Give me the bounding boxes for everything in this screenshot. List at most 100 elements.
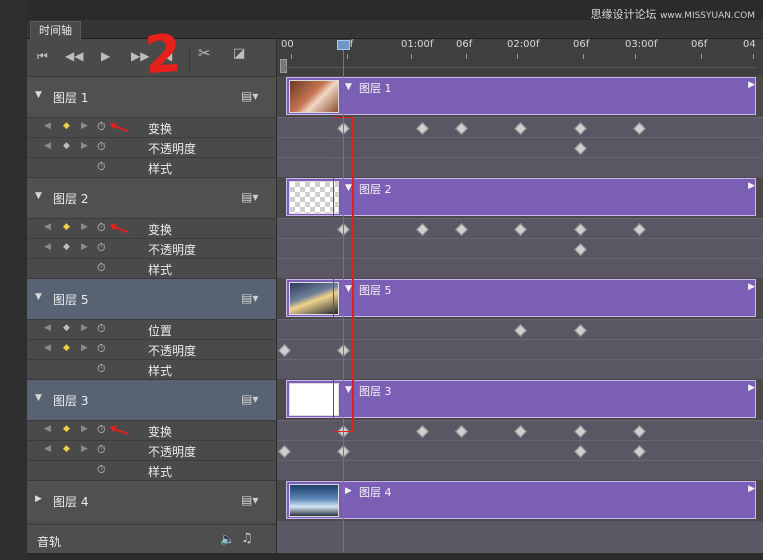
stopwatch-icon[interactable]: ⏱ xyxy=(97,261,106,275)
layer-group-row[interactable]: ▶ 图层 4 ▤▾ xyxy=(27,480,276,522)
work-area-start-handle[interactable] xyxy=(280,59,287,73)
keyframe-marker[interactable] xyxy=(574,425,587,438)
keyframe-marker[interactable] xyxy=(633,223,646,236)
playhead-handle[interactable] xyxy=(337,40,350,50)
property-row[interactable]: ◀ ◆ ▶ ⏱ 变换 xyxy=(27,117,276,138)
layer-clip[interactable]: ▶ 图层 4 ▶ xyxy=(286,481,756,519)
property-row[interactable]: ◀ ◆ ▶ ⏱ 不透明度 xyxy=(27,339,276,360)
next-keyframe-icon[interactable]: ▶ xyxy=(81,424,88,434)
previous-keyframe-icon[interactable]: ◀ xyxy=(44,444,51,454)
stopwatch-icon[interactable]: ⏱ xyxy=(97,160,106,174)
property-row[interactable]: ◀ ◆ ▶ ⏱ 变换 xyxy=(27,420,276,441)
clip-expand-right-icon[interactable]: ▶ xyxy=(345,486,352,496)
clip-end-handle-icon[interactable]: ▶ xyxy=(748,181,755,191)
stopwatch-icon[interactable]: ⏱ xyxy=(97,322,106,336)
keyframe-toggle-icon[interactable]: ◆ xyxy=(63,444,70,454)
clip-end-handle-icon[interactable]: ▶ xyxy=(748,282,755,292)
transition-icon[interactable]: ◪ xyxy=(233,47,245,61)
keyframe-marker[interactable] xyxy=(455,425,468,438)
previous-keyframe-icon[interactable]: ◀ xyxy=(44,121,51,131)
layer-clip[interactable]: ▼ 图层 3 ▶ xyxy=(286,380,756,418)
keyframe-toggle-icon[interactable]: ◆ xyxy=(63,222,70,232)
next-keyframe-icon[interactable]: ▶ xyxy=(81,343,88,353)
stopwatch-icon[interactable]: ⏱ xyxy=(97,342,106,356)
property-row[interactable]: ◀ ◆ ▶ ⏱ 不透明度 xyxy=(27,137,276,158)
expand-down-icon[interactable]: ▼ xyxy=(35,90,42,100)
play-icon[interactable]: ▶ xyxy=(101,49,110,63)
stopwatch-icon[interactable]: ⏱ xyxy=(97,463,106,477)
property-row[interactable]: ◀ ◆ ▶ ⏱ 变换 xyxy=(27,218,276,239)
layer-group-row[interactable]: ▼ 图层 5 ▤▾ xyxy=(27,278,276,320)
expand-right-icon[interactable]: ▶ xyxy=(35,494,42,504)
keyframe-marker[interactable] xyxy=(574,243,587,256)
keyframe-marker[interactable] xyxy=(514,425,527,438)
property-row[interactable]: ◀ ◆ ▶ ⏱ 不透明度 xyxy=(27,238,276,259)
property-row[interactable]: ⏱ 样式 xyxy=(27,460,276,481)
keyframe-marker[interactable] xyxy=(278,445,291,458)
clip-end-handle-icon[interactable]: ▶ xyxy=(748,484,755,494)
keyframe-marker[interactable] xyxy=(514,324,527,337)
keyframe-toggle-icon[interactable]: ◆ xyxy=(63,343,70,353)
previous-keyframe-icon[interactable]: ◀ xyxy=(44,424,51,434)
stopwatch-icon[interactable]: ⏱ xyxy=(97,221,106,235)
property-row[interactable]: ⏱ 样式 xyxy=(27,157,276,178)
keyframe-marker[interactable] xyxy=(574,223,587,236)
keyframe-toggle-icon[interactable]: ◆ xyxy=(63,424,70,434)
scissors-icon[interactable]: ✂ xyxy=(198,46,211,61)
film-strip-menu-icon[interactable]: ▤▾ xyxy=(241,392,258,406)
expand-down-icon[interactable]: ▼ xyxy=(35,292,42,302)
next-keyframe-icon[interactable]: ▶ xyxy=(81,242,88,252)
clip-end-handle-icon[interactable]: ▶ xyxy=(748,80,755,90)
keyframe-marker[interactable] xyxy=(633,425,646,438)
film-strip-menu-icon[interactable]: ▤▾ xyxy=(241,291,258,305)
previous-keyframe-icon[interactable]: ◀ xyxy=(44,323,51,333)
keyframe-marker[interactable] xyxy=(416,425,429,438)
keyframe-marker[interactable] xyxy=(574,324,587,337)
stopwatch-icon[interactable]: ⏱ xyxy=(97,241,106,255)
next-keyframe-icon[interactable]: ▶ xyxy=(81,141,88,151)
keyframe-marker[interactable] xyxy=(514,223,527,236)
previous-keyframe-icon[interactable]: ◀ xyxy=(44,242,51,252)
layer-clip[interactable]: ▼ 图层 2 ▶ xyxy=(286,178,756,216)
next-keyframe-icon[interactable]: ▶ xyxy=(81,323,88,333)
property-row[interactable]: ◀ ◆ ▶ ⏱ 位置 xyxy=(27,319,276,340)
stopwatch-icon[interactable]: ⏱ xyxy=(97,443,106,457)
keyframe-marker[interactable] xyxy=(574,122,587,135)
timeline-track-area[interactable]: ▼ 图层 1 ▶ ▼ 图层 2 ▶ ▼ 图层 5 ▶ ▼ 图层 3 ▶ ▶ 图层 4 ▶ xyxy=(276,40,763,553)
keyframe-marker[interactable] xyxy=(633,445,646,458)
previous-keyframe-icon[interactable]: ◀ xyxy=(44,222,51,232)
next-keyframe-icon[interactable]: ▶ xyxy=(81,121,88,131)
keyframe-marker[interactable] xyxy=(416,223,429,236)
previous-keyframe-icon[interactable]: ◀ xyxy=(44,343,51,353)
stopwatch-icon[interactable]: ⏱ xyxy=(97,120,106,134)
film-strip-menu-icon[interactable]: ▤▾ xyxy=(241,493,258,507)
keyframe-marker[interactable] xyxy=(574,445,587,458)
layer-group-row[interactable]: ▼ 图层 3 ▤▾ xyxy=(27,379,276,421)
property-row[interactable]: ⏱ 样式 xyxy=(27,359,276,380)
film-strip-menu-icon[interactable]: ▤▾ xyxy=(241,89,258,103)
keyframe-marker[interactable] xyxy=(278,344,291,357)
layer-clip[interactable]: ▼ 图层 1 ▶ xyxy=(286,77,756,115)
layer-clip[interactable]: ▼ 图层 5 ▶ xyxy=(286,279,756,317)
keyframe-marker[interactable] xyxy=(633,122,646,135)
keyframe-toggle-icon[interactable]: ◆ xyxy=(63,242,70,252)
first-frame-icon[interactable]: ⏮ xyxy=(37,49,48,63)
keyframe-marker[interactable] xyxy=(455,122,468,135)
keyframe-toggle-icon[interactable]: ◆ xyxy=(63,141,70,151)
tab-timeline[interactable]: 时间轴 xyxy=(30,21,81,39)
work-area-bar[interactable] xyxy=(285,67,755,68)
previous-keyframe-icon[interactable]: ◀ xyxy=(44,141,51,151)
keyframe-marker[interactable] xyxy=(574,142,587,155)
keyframe-marker[interactable] xyxy=(514,122,527,135)
stopwatch-icon[interactable]: ⏱ xyxy=(97,423,106,437)
expand-down-icon[interactable]: ▼ xyxy=(35,191,42,201)
clip-end-handle-icon[interactable]: ▶ xyxy=(748,383,755,393)
keyframe-marker[interactable] xyxy=(455,223,468,236)
audio-track-row[interactable]: 音轨 🔈 ♫ xyxy=(27,524,276,554)
property-row[interactable]: ⏱ 样式 xyxy=(27,258,276,279)
clip-expand-down-icon[interactable]: ▼ xyxy=(345,82,352,92)
keyframe-marker[interactable] xyxy=(416,122,429,135)
layer-group-row[interactable]: ▼ 图层 1 ▤▾ xyxy=(27,76,276,118)
keyframe-toggle-icon[interactable]: ◆ xyxy=(63,121,70,131)
film-strip-menu-icon[interactable]: ▤▾ xyxy=(241,190,258,204)
